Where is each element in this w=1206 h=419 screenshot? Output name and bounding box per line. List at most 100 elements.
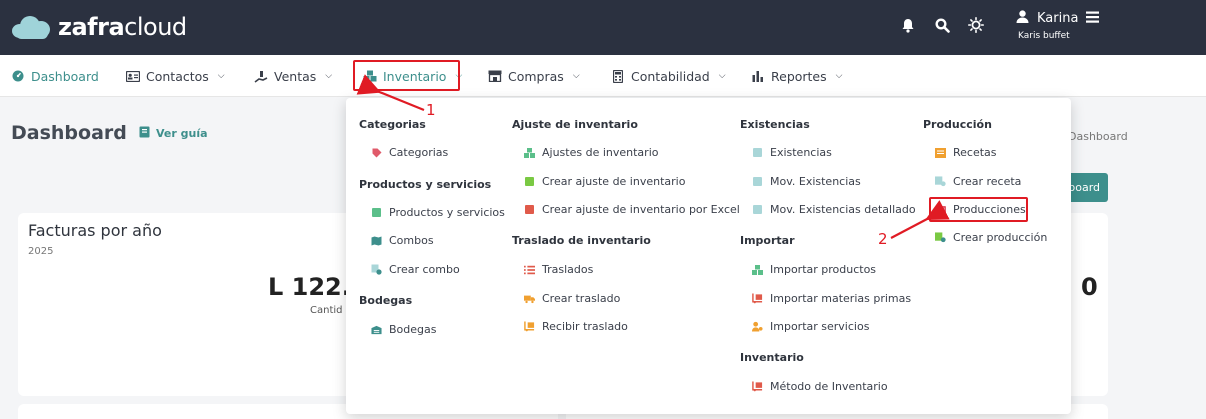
invoices-card-title: Facturas por año (28, 221, 162, 240)
menu-crear-combo[interactable]: Crear combo (371, 263, 460, 276)
nav-contabilidad[interactable]: Contabilidad ⌵ (611, 55, 726, 97)
menu-categorias[interactable]: Categorias (371, 146, 448, 159)
guide-link-label: Ver guía (156, 127, 208, 140)
nav-compras-label: Compras (508, 68, 564, 84)
map-icon (371, 235, 382, 246)
menu-metodo-inventario-label: Método de Inventario (770, 380, 888, 393)
nav-contactos[interactable]: Contactos ⌵ (126, 55, 225, 97)
add-combo-icon (371, 264, 382, 275)
menu-importar-productos-label: Importar productos (770, 263, 877, 276)
section-traslado: Traslado de inventario (512, 234, 651, 247)
top-bar: zafracloud Karina Karis buffet (0, 0, 1206, 55)
sun-icon[interactable] (966, 15, 986, 35)
menu-crear-ajuste[interactable]: Crear ajuste de inventario (524, 175, 685, 188)
user-menu[interactable]: Karina Karis buffet (1016, 10, 1100, 41)
add-production-icon (935, 232, 946, 243)
excel-icon (524, 204, 535, 215)
section-categorias: Categorias (359, 118, 426, 131)
menu-importar-productos[interactable]: Importar productos (752, 263, 876, 276)
menu-combos[interactable]: Combos (371, 234, 434, 247)
menu-traslados[interactable]: Traslados (524, 263, 593, 276)
cloud-icon (12, 14, 54, 40)
clipboard-icon (752, 204, 763, 215)
menu-combos-label: Combos (389, 234, 434, 247)
menu-metodo-inventario[interactable]: Método de Inventario (752, 380, 888, 393)
annotation-highlight-inventario (353, 60, 460, 91)
menu-categorias-label: Categorias (389, 146, 449, 159)
menu-importar-materias-label: Importar materias primas (770, 292, 912, 305)
menu-crear-ajuste-excel-label: Crear ajuste de inventario por Excel (542, 203, 740, 216)
section-existencias: Existencias (740, 118, 810, 131)
chevron-down-icon: ⌵ (718, 71, 726, 81)
store-icon (488, 69, 502, 83)
menu-importar-servicios-label: Importar servicios (770, 320, 870, 333)
book-icon (139, 126, 150, 141)
menu-crear-ajuste-excel[interactable]: Crear ajuste de inventario por Excel (524, 203, 740, 216)
list-icon (524, 264, 535, 275)
nav-dashboard[interactable]: Dashboard (11, 55, 99, 97)
bell-icon[interactable] (898, 15, 918, 35)
contacts-icon (126, 69, 140, 83)
menu-mov-existencias-detallado[interactable]: Mov. Existencias detallado (752, 203, 916, 216)
annotation-highlight-producciones (929, 197, 1028, 222)
nav-compras[interactable]: Compras ⌵ (488, 55, 580, 97)
brand-name: zafracloud (58, 13, 187, 41)
section-inventario: Inventario (740, 351, 804, 364)
dolly-icon (752, 381, 763, 392)
menu-bodegas[interactable]: Bodegas (371, 323, 436, 336)
menu-icon[interactable] (1086, 11, 1100, 27)
menu-crear-produccion[interactable]: Crear producción (935, 231, 1047, 244)
sales-icon (254, 69, 268, 83)
breadcrumb[interactable]: Dashboard (1068, 130, 1128, 143)
annotation-step-2: 2 (878, 230, 888, 248)
menu-recetas-label: Recetas (953, 146, 997, 159)
truck-icon (524, 293, 535, 304)
menu-productos-servicios[interactable]: Productos y servicios (371, 206, 505, 219)
nav-ventas[interactable]: Ventas ⌵ (254, 55, 332, 97)
main-nav: Dashboard Contactos ⌵ Ventas ⌵ Inventari… (0, 55, 1206, 97)
dolly-icon (524, 321, 535, 332)
menu-recetas[interactable]: Recetas (935, 146, 997, 159)
user-business: Karis buffet (1018, 31, 1070, 41)
nav-reportes[interactable]: Reportes ⌵ (751, 55, 842, 97)
menu-crear-receta[interactable]: Crear receta (935, 175, 1021, 188)
menu-crear-traslado[interactable]: Crear traslado (524, 292, 620, 305)
inventory-icon (524, 147, 535, 158)
dashboard-icon (11, 69, 25, 83)
clipboard-icon (752, 176, 763, 187)
nav-contabilidad-label: Contabilidad (631, 68, 710, 84)
menu-ajustes-inventario[interactable]: Ajustes de inventario (524, 146, 658, 159)
menu-productos-servicios-label: Productos y servicios (389, 206, 505, 219)
menu-crear-produccion-label: Crear producción (953, 231, 1048, 244)
nav-reportes-label: Reportes (771, 68, 827, 84)
chevron-down-icon: ⌵ (835, 71, 843, 81)
menu-recibir-traslado[interactable]: Recibir traslado (524, 320, 628, 333)
invoices-card-year: 2025 (28, 246, 54, 257)
menu-mov-existencias[interactable]: Mov. Existencias (752, 175, 861, 188)
chart-icon (751, 69, 765, 83)
menu-mov-existencias-label: Mov. Existencias (770, 175, 861, 188)
menu-existencias[interactable]: Existencias (752, 146, 832, 159)
section-bodegas: Bodegas (359, 294, 413, 307)
section-ajuste: Ajuste de inventario (512, 118, 638, 131)
menu-bodegas-label: Bodegas (389, 323, 437, 336)
menu-crear-combo-label: Crear combo (389, 263, 460, 276)
inventario-dropdown: Categorias Categorias Productos y servic… (346, 98, 1071, 414)
user-name: Karina (1037, 11, 1079, 26)
dolly-icon (752, 293, 763, 304)
nav-ventas-label: Ventas (274, 68, 317, 84)
menu-importar-servicios[interactable]: Importar servicios (752, 320, 869, 333)
section-importar: Importar (740, 234, 795, 247)
guide-link[interactable]: Ver guía (139, 126, 208, 141)
box-icon (371, 207, 382, 218)
brand-logo[interactable]: zafracloud (12, 12, 187, 42)
section-productos: Productos y servicios (359, 178, 492, 191)
menu-importar-materias[interactable]: Importar materias primas (752, 292, 911, 305)
search-icon[interactable] (932, 15, 952, 35)
add-document-icon (524, 176, 535, 187)
inventory-icon (752, 264, 763, 275)
invoices-quantity-label: Cantid (310, 305, 343, 316)
stats-value: 0 (1081, 273, 1098, 301)
warehouse-icon (371, 324, 382, 335)
tag-icon (371, 147, 382, 158)
